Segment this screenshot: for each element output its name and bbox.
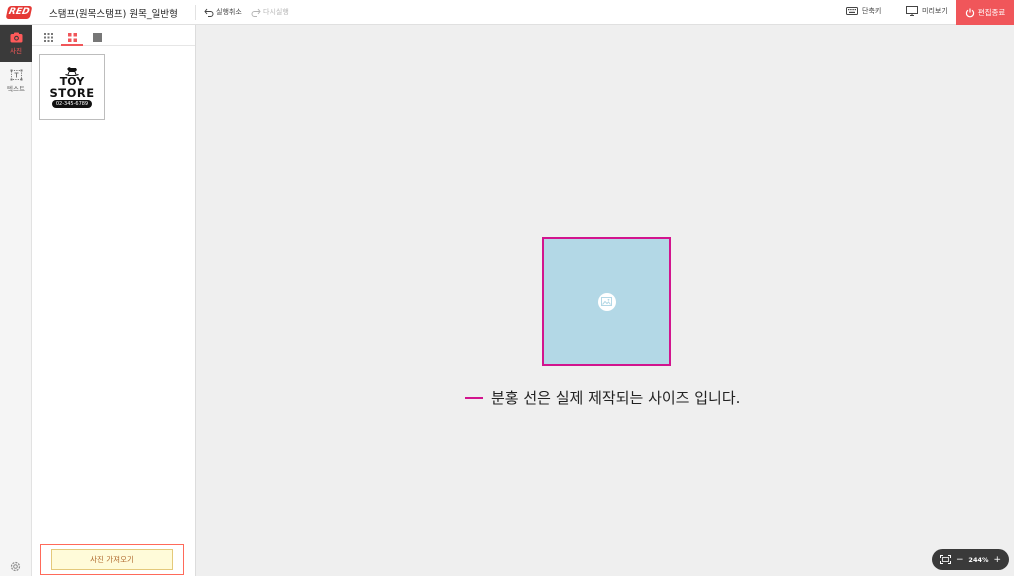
document-title: 스탬프(원목스탬프) 원목_일반형 xyxy=(49,9,178,20)
undo-button[interactable]: 실행취소 xyxy=(204,7,242,17)
undo-icon xyxy=(204,8,214,17)
photo-thumbnail[interactable]: TOY STORE 02-345-6789 xyxy=(39,54,105,120)
size-notice-text: 분홍 선은 실제 제작되는 사이즈 입니다. xyxy=(491,389,741,407)
shortcut-button[interactable]: 단축키 xyxy=(846,6,881,16)
view-mode-tabs xyxy=(32,25,195,46)
view-grid-medium-tab[interactable] xyxy=(61,30,83,46)
view-grid-large-tab[interactable] xyxy=(90,30,104,44)
redo-icon xyxy=(251,8,261,17)
rail-item-photo[interactable]: 사진 xyxy=(0,25,32,62)
thumbnail-text-line2: STORE xyxy=(49,86,95,100)
redo-button[interactable]: 다시실행 xyxy=(251,7,289,17)
import-photo-button[interactable]: 사진 가져오기 xyxy=(51,549,173,570)
stamp-design-area[interactable] xyxy=(542,237,671,366)
grid-small-icon xyxy=(43,32,53,42)
zoom-control: − 244% + xyxy=(932,549,1009,570)
grid-large-icon xyxy=(92,32,102,42)
gear-icon xyxy=(10,561,21,572)
editor-canvas[interactable]: 분홍 선은 실제 제작되는 사이즈 입니다. − 244% + xyxy=(196,25,1014,576)
grid-medium-icon xyxy=(67,32,77,42)
power-icon xyxy=(965,8,974,17)
view-grid-small-tab[interactable] xyxy=(41,30,55,44)
keyboard-icon xyxy=(846,7,858,15)
rail-item-text-label: 텍스트 xyxy=(7,84,25,93)
text-box-icon xyxy=(10,69,22,80)
zoom-out-button[interactable]: − xyxy=(956,555,964,565)
photo-panel: TOY STORE 02-345-6789 사진 가져오기 xyxy=(32,25,196,576)
size-notice: 분홍 선은 실제 제작되는 사이즈 입니다. xyxy=(465,387,740,408)
upload-highlight: 사진 가져오기 xyxy=(40,544,184,575)
rail-item-photo-label: 사진 xyxy=(10,47,22,55)
app-logo[interactable]: RED xyxy=(5,6,33,19)
left-rail: 사진 텍스트 xyxy=(0,25,32,576)
undo-label: 실행취소 xyxy=(216,8,242,16)
settings-button[interactable] xyxy=(9,558,22,576)
redo-label: 다시실행 xyxy=(263,8,289,16)
exit-edit-label: 편집종료 xyxy=(977,8,1006,17)
toolbar-divider xyxy=(195,5,196,20)
pink-line-legend xyxy=(465,396,483,399)
shortcut-label: 단축키 xyxy=(862,7,882,15)
preview-button[interactable]: 미리보기 xyxy=(906,6,948,16)
image-placeholder-icon xyxy=(597,292,616,311)
thumbnail-phone: 02-345-6789 xyxy=(51,100,93,108)
fit-screen-icon[interactable] xyxy=(940,555,951,564)
exit-edit-button[interactable]: 편집종료 xyxy=(956,0,1014,25)
rail-item-text[interactable]: 텍스트 xyxy=(0,62,32,99)
zoom-in-button[interactable]: + xyxy=(993,555,1001,565)
camera-icon xyxy=(10,32,22,43)
monitor-icon xyxy=(906,6,918,16)
preview-label: 미리보기 xyxy=(922,7,948,15)
zoom-level: 244% xyxy=(968,555,989,564)
top-bar: RED 스탬프(원목스탬프) 원목_일반형 실행취소 다시실행 단축키 미리보기… xyxy=(0,0,1014,25)
